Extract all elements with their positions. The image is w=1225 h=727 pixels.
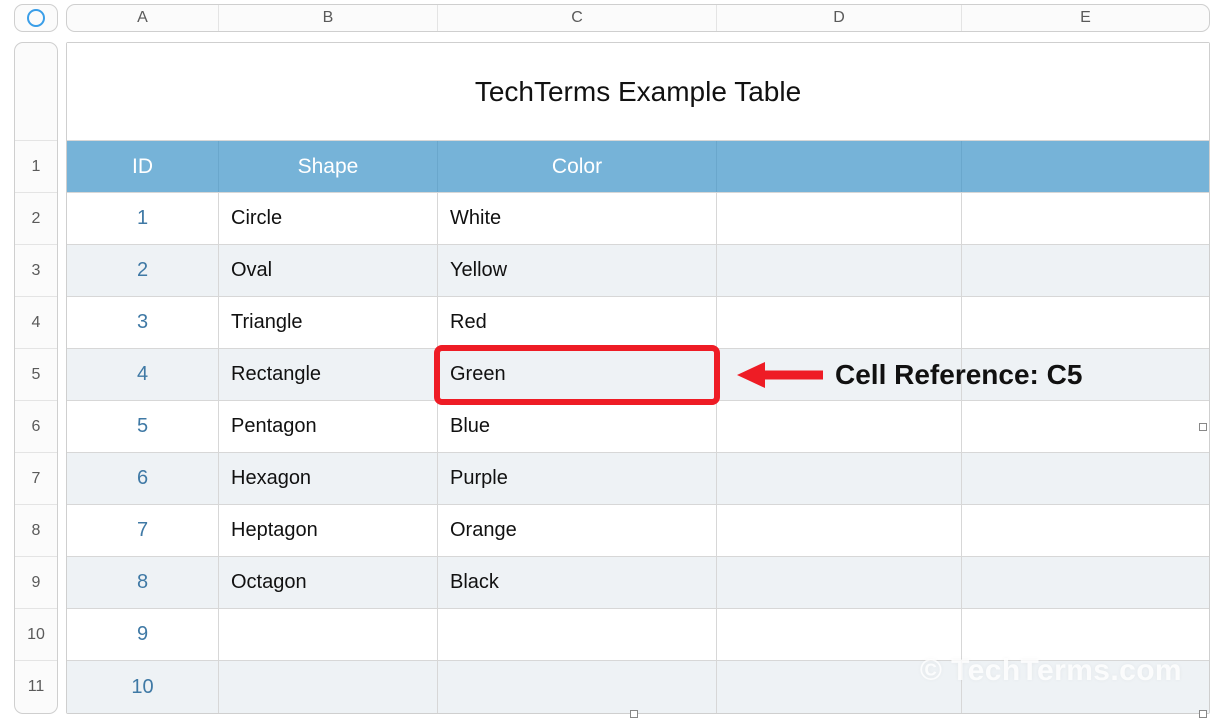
cell-a10[interactable]: 9 [67,609,219,660]
cell-b4[interactable]: Triangle [219,297,438,348]
cell-d8[interactable] [717,505,962,556]
row-header-8[interactable]: 8 [15,505,57,557]
cell-b6[interactable]: Pentagon [219,401,438,452]
select-all-icon [27,9,45,27]
cell-e2[interactable] [962,193,1209,244]
row-header-3[interactable]: 3 [15,245,57,297]
cell-d9[interactable] [717,557,962,608]
row-header-spacer [15,43,57,141]
cell-c7[interactable]: Purple [438,453,717,504]
cell-b3[interactable]: Oval [219,245,438,296]
table-row: 10 [67,661,1209,713]
header-e[interactable] [962,141,1209,192]
cell-c2[interactable]: White [438,193,717,244]
col-header-e[interactable]: E [962,5,1209,31]
cell-e8[interactable] [962,505,1209,556]
selection-handle-icon[interactable] [1199,710,1207,718]
col-header-d[interactable]: D [717,5,962,31]
row-header-10[interactable]: 10 [15,609,57,661]
cell-a8[interactable]: 7 [67,505,219,556]
cell-b8[interactable]: Heptagon [219,505,438,556]
cell-d10[interactable] [717,609,962,660]
row-header-5[interactable]: 5 [15,349,57,401]
row-header-2[interactable]: 2 [15,193,57,245]
row-header-11[interactable]: 11 [15,661,57,713]
cell-b9[interactable]: Octagon [219,557,438,608]
selection-handle-icon[interactable] [1199,423,1207,431]
table-header-row: ID Shape Color [67,141,1209,193]
cell-a9[interactable]: 8 [67,557,219,608]
cell-a6[interactable]: 5 [67,401,219,452]
row-header-9[interactable]: 9 [15,557,57,609]
cell-d6[interactable] [717,401,962,452]
cell-c11[interactable] [438,661,717,713]
col-header-a[interactable]: A [67,5,219,31]
cell-a3[interactable]: 2 [67,245,219,296]
cell-e4[interactable] [962,297,1209,348]
header-color[interactable]: Color [438,141,717,192]
table-row: 6 Hexagon Purple [67,453,1209,505]
table-row: 4 Rectangle Green [67,349,1209,401]
table-row: 7 Heptagon Orange [67,505,1209,557]
row-header-6[interactable]: 6 [15,401,57,453]
column-headers: A B C D E [66,4,1210,32]
cell-c5[interactable]: Green [438,349,717,400]
table-row: 3 Triangle Red [67,297,1209,349]
cell-c6[interactable]: Blue [438,401,717,452]
cell-c10[interactable] [438,609,717,660]
cell-e7[interactable] [962,453,1209,504]
cell-d3[interactable] [717,245,962,296]
cell-a2[interactable]: 1 [67,193,219,244]
cell-b7[interactable]: Hexagon [219,453,438,504]
cell-b5[interactable]: Rectangle [219,349,438,400]
cell-e5[interactable] [962,349,1209,400]
col-header-b[interactable]: B [219,5,438,31]
col-header-c[interactable]: C [438,5,717,31]
table-row: 5 Pentagon Blue [67,401,1209,453]
cell-b10[interactable] [219,609,438,660]
origin-cell[interactable] [14,4,58,32]
cell-d5[interactable] [717,349,962,400]
cell-b11[interactable] [219,661,438,713]
cell-d4[interactable] [717,297,962,348]
spreadsheet-grid: TechTerms Example Table ID Shape Color 1… [66,42,1210,714]
cell-a7[interactable]: 6 [67,453,219,504]
table-row: 8 Octagon Black [67,557,1209,609]
cell-a11[interactable]: 10 [67,661,219,713]
table-row: 2 Oval Yellow [67,245,1209,297]
cell-c3[interactable]: Yellow [438,245,717,296]
cell-a4[interactable]: 3 [67,297,219,348]
cell-c9[interactable]: Black [438,557,717,608]
row-header-1[interactable]: 1 [15,141,57,193]
cell-d11[interactable] [717,661,962,713]
header-shape[interactable]: Shape [219,141,438,192]
cell-e9[interactable] [962,557,1209,608]
row-header-4[interactable]: 4 [15,297,57,349]
header-d[interactable] [717,141,962,192]
cell-c4[interactable]: Red [438,297,717,348]
row-header-7[interactable]: 7 [15,453,57,505]
table-row: 9 [67,609,1209,661]
cell-a5[interactable]: 4 [67,349,219,400]
selection-handle-icon[interactable] [630,710,638,718]
cell-d2[interactable] [717,193,962,244]
cell-e10[interactable] [962,609,1209,660]
row-headers: 1 2 3 4 5 6 7 8 9 10 11 [14,42,58,714]
table-title[interactable]: TechTerms Example Table [67,43,1209,141]
cell-e11[interactable] [962,661,1209,713]
cell-e6[interactable] [962,401,1209,452]
cell-c8[interactable]: Orange [438,505,717,556]
cell-e3[interactable] [962,245,1209,296]
cell-b2[interactable]: Circle [219,193,438,244]
table-row: 1 Circle White [67,193,1209,245]
header-id[interactable]: ID [67,141,219,192]
cell-d7[interactable] [717,453,962,504]
